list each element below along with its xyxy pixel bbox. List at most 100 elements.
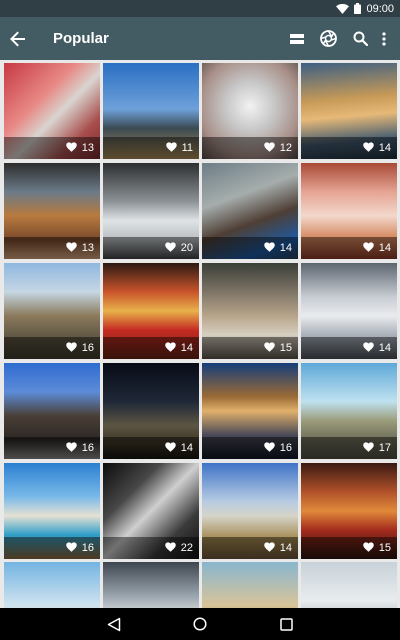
like-count: 13 (66, 137, 94, 159)
photo-overlay: 14 (301, 337, 397, 359)
wifi-icon (336, 3, 350, 14)
status-icons: 09:00 (336, 0, 394, 17)
photo-overlay: 11 (103, 137, 199, 159)
nav-home-icon[interactable] (180, 608, 220, 640)
like-count: 15 (363, 537, 391, 559)
like-count-value: 15 (279, 342, 292, 354)
like-count-value: 14 (279, 542, 292, 554)
like-count-value: 17 (378, 442, 391, 454)
photo-overlay: 14 (103, 437, 199, 459)
battery-icon (354, 3, 362, 14)
photo-tile[interactable]: 20 (103, 163, 199, 259)
photo-overlay: 13 (4, 237, 100, 259)
photo-tile[interactable]: 15 (202, 263, 298, 359)
photo-overlay: 16 (4, 537, 100, 559)
like-count-value: 14 (378, 142, 391, 154)
photo-tile[interactable]: 14 (202, 463, 298, 559)
heart-icon[interactable] (66, 341, 77, 355)
photo-tile[interactable] (103, 562, 199, 608)
nav-recents-icon[interactable] (266, 608, 306, 640)
nav-back-icon[interactable] (94, 608, 134, 640)
like-count-value: 16 (81, 342, 94, 354)
navigation-bar (0, 608, 400, 640)
like-count-value: 16 (81, 542, 94, 554)
photo-overlay: 16 (4, 437, 100, 459)
photo-overlay: 12 (202, 137, 298, 159)
photo-overlay: 15 (202, 337, 298, 359)
app-bar: Popular (0, 17, 400, 60)
heart-icon[interactable] (66, 441, 77, 455)
like-count-value: 13 (81, 142, 94, 154)
like-count-value: 16 (279, 442, 292, 454)
page-title: Popular (53, 30, 109, 47)
heart-icon[interactable] (264, 241, 275, 255)
camera-aperture-icon[interactable] (314, 17, 342, 60)
heart-icon[interactable] (165, 341, 176, 355)
photo-overlay: 20 (103, 237, 199, 259)
photo-grid: 13 11 12 14 13 20 14 14 16 14 15 14 16 14 16 17 16 22 14 15 (0, 60, 400, 608)
status-bar: 09:00 (0, 0, 400, 17)
like-count: 13 (66, 237, 94, 259)
photo-tile[interactable] (4, 562, 100, 608)
like-count-value: 12 (279, 142, 292, 154)
like-count-value: 15 (378, 542, 391, 554)
photo-tile[interactable]: 13 (4, 63, 100, 159)
photo-overlay: 14 (202, 537, 298, 559)
photo-tile[interactable]: 14 (202, 163, 298, 259)
like-count: 16 (66, 437, 94, 459)
like-count: 14 (165, 337, 193, 359)
heart-icon[interactable] (165, 541, 176, 555)
like-count-value: 13 (81, 242, 94, 254)
heart-icon[interactable] (165, 241, 176, 255)
photo-tile[interactable]: 14 (103, 363, 199, 459)
photo-tile[interactable]: 16 (4, 463, 100, 559)
back-arrow-icon[interactable] (4, 17, 32, 60)
heart-icon[interactable] (363, 241, 374, 255)
photo-tile[interactable]: 15 (301, 463, 397, 559)
heart-icon[interactable] (363, 441, 374, 455)
photo-tile[interactable]: 13 (4, 163, 100, 259)
photo-tile[interactable]: 16 (4, 263, 100, 359)
heart-icon[interactable] (363, 341, 374, 355)
photo-overlay: 16 (4, 337, 100, 359)
photo-overlay: 22 (103, 537, 199, 559)
like-count: 14 (363, 237, 391, 259)
like-count-value: 20 (180, 242, 193, 254)
heart-icon[interactable] (363, 541, 374, 555)
photo-tile[interactable] (202, 562, 298, 608)
heart-icon[interactable] (264, 141, 275, 155)
photo-tile[interactable]: 14 (301, 163, 397, 259)
like-count-value: 14 (180, 442, 193, 454)
heart-icon[interactable] (165, 141, 177, 155)
like-count: 17 (363, 437, 391, 459)
photo-tile[interactable]: 14 (301, 263, 397, 359)
view-list-icon[interactable] (283, 17, 311, 60)
status-time: 09:00 (366, 2, 394, 15)
heart-icon[interactable] (66, 241, 77, 255)
heart-icon[interactable] (264, 341, 275, 355)
like-count: 12 (264, 137, 292, 159)
photo-tile[interactable]: 17 (301, 363, 397, 459)
like-count: 15 (264, 337, 292, 359)
like-count: 16 (66, 537, 94, 559)
photo-tile[interactable]: 12 (202, 63, 298, 159)
photo-tile[interactable]: 14 (301, 63, 397, 159)
photo-tile[interactable] (301, 562, 397, 608)
photo-tile[interactable]: 22 (103, 463, 199, 559)
like-count-value: 22 (180, 542, 193, 554)
heart-icon[interactable] (66, 541, 77, 555)
heart-icon[interactable] (264, 441, 275, 455)
like-count-value: 16 (81, 442, 94, 454)
like-count: 20 (165, 237, 193, 259)
like-count: 16 (66, 337, 94, 359)
heart-icon[interactable] (264, 541, 275, 555)
photo-tile[interactable]: 11 (103, 63, 199, 159)
heart-icon[interactable] (363, 141, 374, 155)
heart-icon[interactable] (66, 141, 77, 155)
photo-tile[interactable]: 14 (103, 263, 199, 359)
photo-tile[interactable]: 16 (202, 363, 298, 459)
like-count: 14 (363, 337, 391, 359)
overflow-menu-icon[interactable] (370, 17, 398, 60)
photo-tile[interactable]: 16 (4, 363, 100, 459)
heart-icon[interactable] (165, 441, 176, 455)
